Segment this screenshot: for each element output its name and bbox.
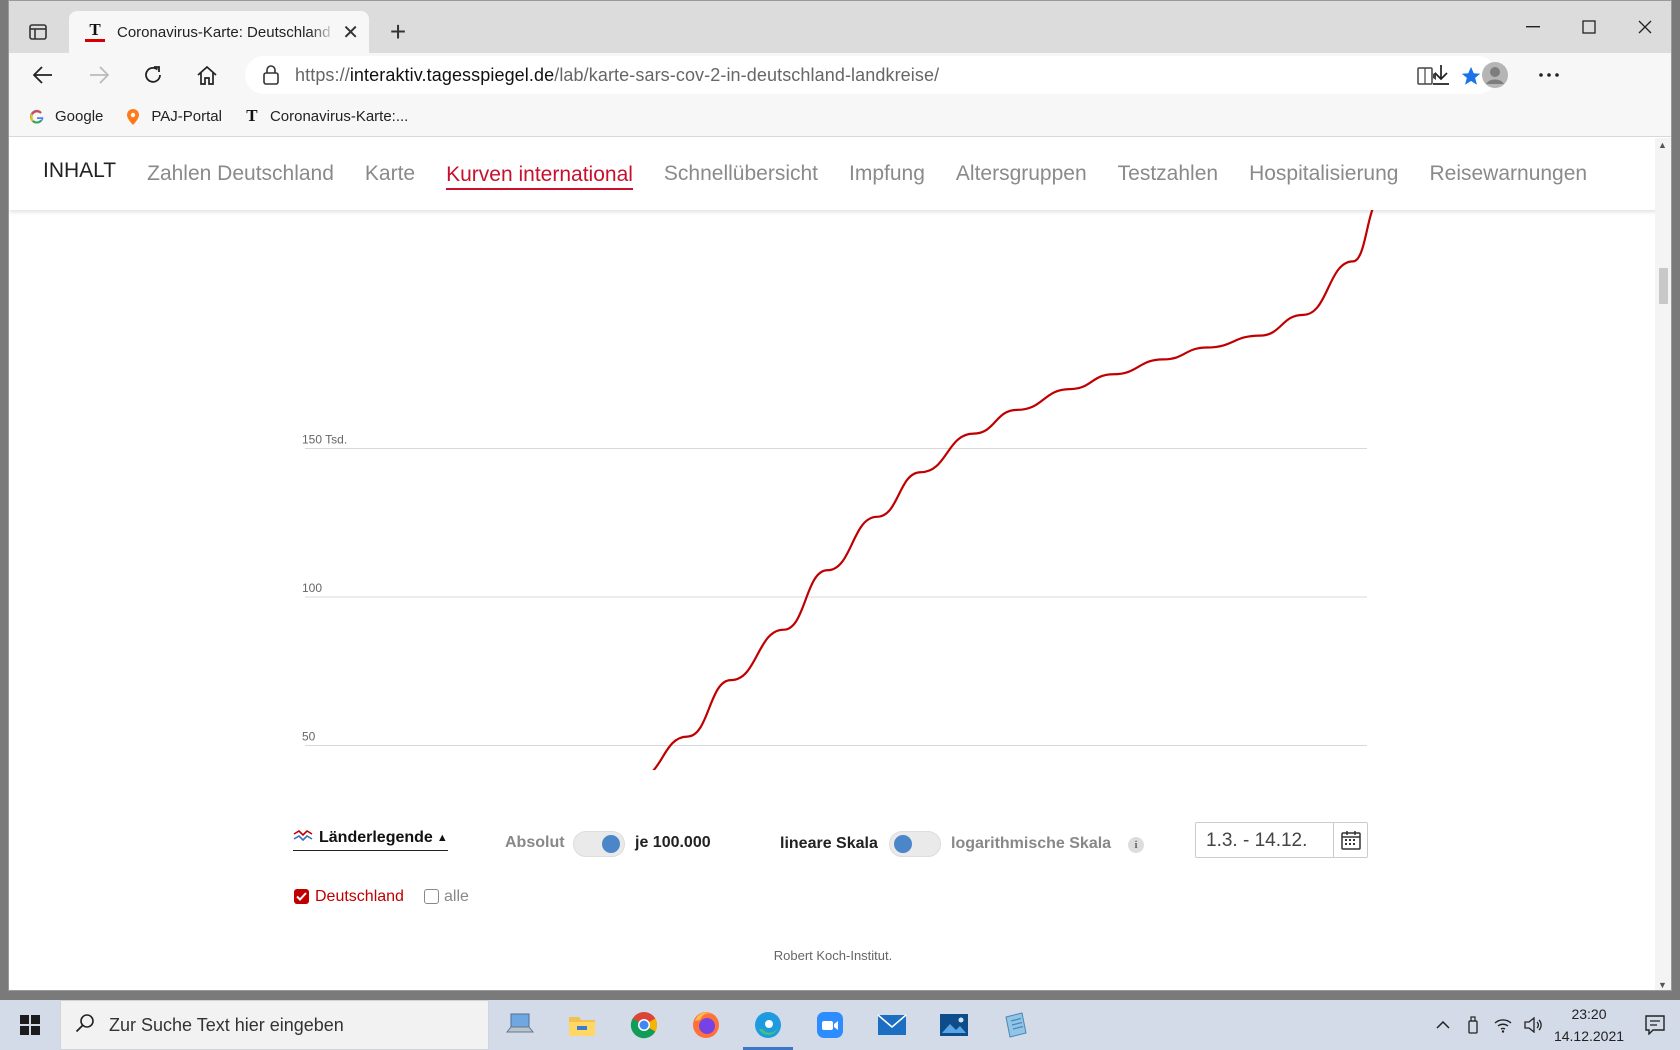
- chrome-icon[interactable]: [613, 1000, 675, 1050]
- new-tab-button[interactable]: +: [383, 16, 413, 47]
- nav-item-kurven-international[interactable]: Kurven international: [446, 163, 633, 190]
- legend-label: Länderlegende: [319, 828, 433, 846]
- nav-item-schnelluebersicht[interactable]: Schnellübersicht: [664, 162, 818, 186]
- forward-button[interactable]: [81, 59, 117, 91]
- absolute-per100k-toggle[interactable]: [573, 831, 625, 857]
- nav-item-zahlen-deutschland[interactable]: Zahlen Deutschland: [147, 162, 334, 186]
- info-icon[interactable]: i: [1128, 837, 1144, 853]
- collapse-arrow-icon: ▲: [436, 831, 448, 844]
- more-menu-icon[interactable]: [1531, 59, 1567, 91]
- mail-icon[interactable]: [861, 1000, 923, 1050]
- wifi-icon[interactable]: [1488, 1000, 1518, 1050]
- scroll-down-icon[interactable]: ▼: [1658, 980, 1667, 990]
- maximize-button[interactable]: [1561, 9, 1617, 45]
- nav-item-karte[interactable]: Karte: [365, 162, 415, 186]
- bookmark-label: Coronavirus-Karte:...: [269, 108, 409, 125]
- clock-date: 14.12.2021: [1553, 1028, 1625, 1044]
- line-chart: 50100150 Tsd.1.1.1.2.1.3.1.4.1.5.1.6.1.7…: [302, 210, 1374, 770]
- url-text[interactable]: https://interaktiv.tagesspiegel.de/lab/k…: [295, 65, 939, 86]
- bookmarks-bar: Google PAJ-Portal T Coronavirus-Karte:..…: [9, 97, 1671, 137]
- deutschland-checkbox-label[interactable]: Deutschland: [315, 888, 404, 906]
- notification-center-icon[interactable]: [1630, 1000, 1680, 1050]
- minimize-button[interactable]: [1505, 9, 1561, 45]
- page-scrollbar[interactable]: ▲ ▼: [1655, 138, 1671, 990]
- calendar-icon[interactable]: [1333, 823, 1367, 857]
- windows-start-icon[interactable]: [0, 1000, 60, 1050]
- deutschland-checkbox[interactable]: [294, 889, 309, 904]
- system-tray: 23:20 14.12.2021: [1428, 1000, 1680, 1050]
- toggle-knob: [602, 835, 620, 853]
- date-range-value[interactable]: 1.3. - 14.12.: [1206, 830, 1307, 852]
- alle-checkbox-label[interactable]: alle: [444, 888, 469, 906]
- taskbar-search[interactable]: Zur Suche Text hier eingeben: [60, 1000, 489, 1050]
- back-button[interactable]: [25, 59, 61, 91]
- bookmark-label: Google: [55, 108, 104, 125]
- web-page: INHALT Zahlen Deutschland Karte Kurven i…: [9, 138, 1657, 990]
- browser-toolbar: https://interaktiv.tagesspiegel.de/lab/k…: [9, 53, 1671, 97]
- scrollbar-thumb[interactable]: [1659, 268, 1668, 304]
- nav-item-reisewarnungen[interactable]: Reisewarnungen: [1429, 162, 1587, 186]
- volume-icon[interactable]: [1518, 1000, 1548, 1050]
- clock[interactable]: 23:20 14.12.2021: [1548, 1003, 1630, 1047]
- linear-scale-label: lineare Skala: [780, 835, 878, 852]
- bookmark-coronavirus-karte[interactable]: T Coronavirus-Karte:...: [244, 107, 409, 125]
- laptop-icon[interactable]: [489, 1000, 551, 1050]
- chevron-up-icon[interactable]: [1428, 1000, 1458, 1050]
- browser-window: T Coronavirus-Karte: Deutschland und die…: [8, 0, 1672, 991]
- absolute-label: Absolut: [505, 834, 565, 851]
- tab-title: Coronavirus-Karte: Deutschland und die W…: [117, 23, 336, 41]
- bookmark-paj-portal[interactable]: PAJ-Portal: [125, 108, 222, 125]
- scale-toggle[interactable]: [889, 831, 941, 857]
- content-navigation: INHALT Zahlen Deutschland Karte Kurven i…: [9, 138, 1657, 210]
- bookmark-label: PAJ-Portal: [151, 108, 222, 125]
- downloads-button[interactable]: [1423, 59, 1459, 91]
- zoom-icon[interactable]: [799, 1000, 861, 1050]
- usb-device-icon[interactable]: [1458, 1000, 1488, 1050]
- nav-item-hospitalisierung[interactable]: Hospitalisierung: [1249, 162, 1398, 186]
- search-placeholder: Zur Suche Text hier eingeben: [109, 1014, 344, 1035]
- tab-bar: T Coronavirus-Karte: Deutschland und die…: [9, 1, 1671, 53]
- date-range-picker[interactable]: 1.3. - 14.12.: [1195, 822, 1368, 858]
- edge-icon[interactable]: [737, 1000, 799, 1050]
- desktop: T Coronavirus-Karte: Deutschland und die…: [0, 0, 1680, 1050]
- bookmark-google[interactable]: Google: [29, 108, 103, 125]
- google-icon: [29, 109, 45, 125]
- home-button[interactable]: [189, 59, 225, 91]
- series-line-deutschland: [652, 210, 1374, 770]
- y-tick-label: 100: [302, 581, 322, 595]
- close-tab-icon[interactable]: ✕: [342, 20, 359, 45]
- per-100k-label: je 100.000: [635, 834, 711, 851]
- toggle-knob: [894, 835, 912, 853]
- photos-icon[interactable]: [923, 1000, 985, 1050]
- location-pin-icon: [125, 108, 141, 125]
- scroll-up-icon[interactable]: ▲: [1658, 140, 1667, 150]
- firefox-icon[interactable]: [675, 1000, 737, 1050]
- close-window-button[interactable]: [1617, 9, 1671, 45]
- nav-title: INHALT: [43, 159, 117, 182]
- file-explorer-icon[interactable]: [551, 1000, 613, 1050]
- nav-item-altersgruppen[interactable]: Altersgruppen: [956, 162, 1087, 186]
- tagesspiegel-favicon-icon: T: [85, 21, 105, 42]
- profile-avatar[interactable]: [1477, 59, 1513, 91]
- country-legend-toggle[interactable]: Länderlegende ▲: [293, 828, 448, 851]
- log-scale-label: logarithmische Skala: [951, 835, 1112, 852]
- active-tab[interactable]: T Coronavirus-Karte: Deutschland und die…: [69, 11, 369, 53]
- reload-button[interactable]: [135, 59, 171, 91]
- search-icon: [75, 1013, 95, 1038]
- tagesspiegel-icon: T: [244, 107, 260, 125]
- windows-taskbar: Zur Suche Text hier eingeben 23:20 14.12…: [0, 1000, 1680, 1050]
- clock-time: 23:20: [1571, 1006, 1607, 1022]
- nav-item-testzahlen[interactable]: Testzahlen: [1118, 162, 1218, 186]
- source-note: Robert Koch-Institut.: [773, 948, 893, 963]
- lock-icon[interactable]: [263, 65, 279, 85]
- nav-item-impfung[interactable]: Impfung: [849, 162, 925, 186]
- tab-actions-icon[interactable]: [23, 17, 53, 47]
- y-tick-label: 50: [302, 730, 316, 744]
- y-tick-label: 150 Tsd.: [302, 433, 347, 447]
- alle-checkbox[interactable]: [424, 889, 439, 904]
- legend-lines-icon: [293, 828, 313, 847]
- notepad-icon[interactable]: [985, 1000, 1047, 1050]
- address-bar[interactable]: https://interaktiv.tagesspiegel.de/lab/k…: [245, 56, 1497, 94]
